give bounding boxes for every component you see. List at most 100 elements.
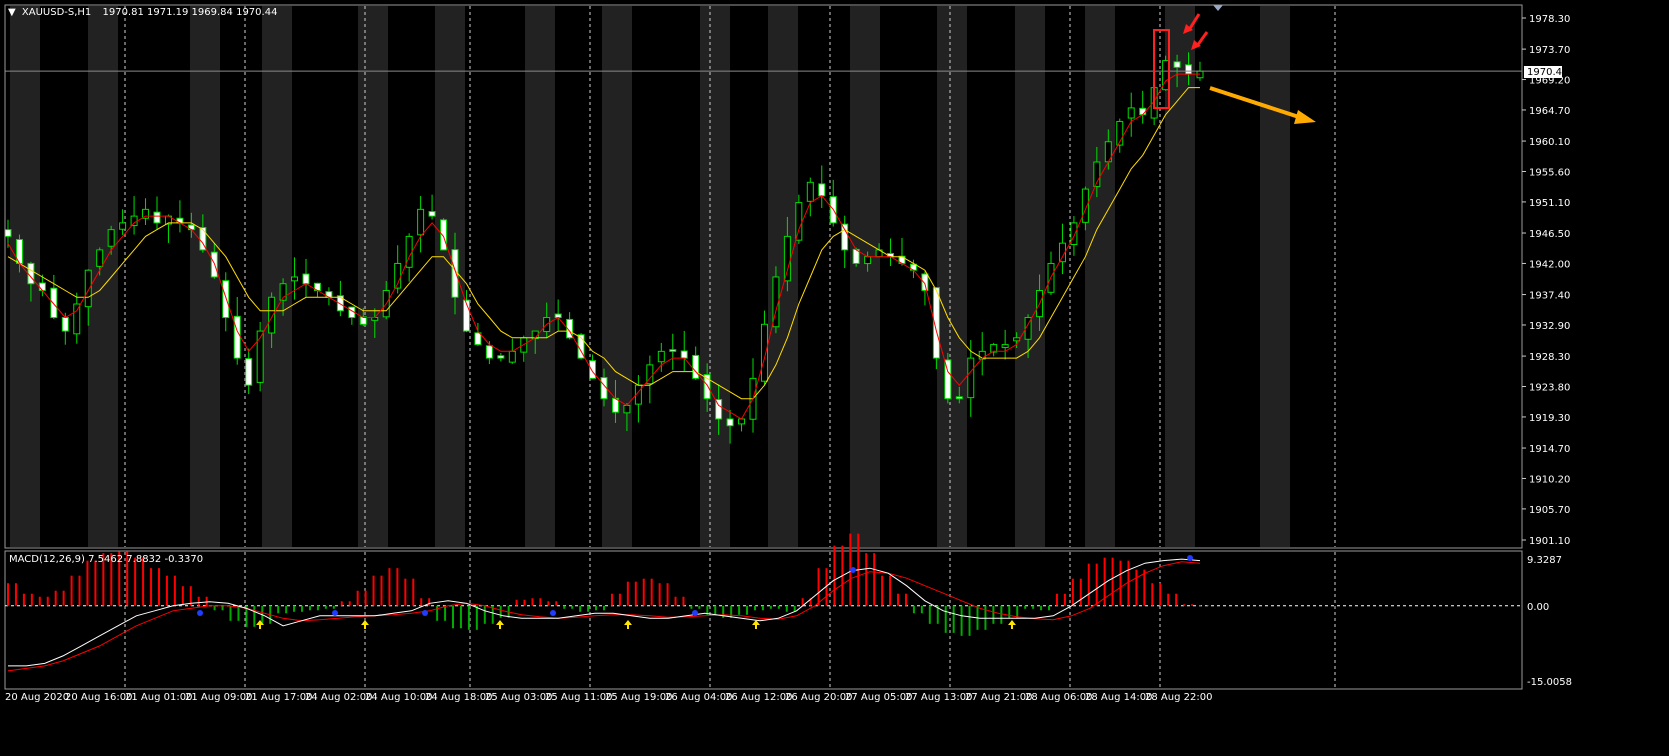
shade-band [602, 6, 632, 547]
price-tick-label: 1910.20 [1529, 474, 1570, 485]
candle-body [657, 350, 665, 363]
macd-tick-label: 9.3287 [1527, 555, 1562, 566]
time-tick-label: 25 Aug 03:00 [485, 692, 552, 703]
ohlc-readout: 1970.81 1971.19 1969.84 1970.44 [102, 7, 277, 18]
candle-body [187, 224, 195, 231]
macd-bear-cross-marker [692, 610, 698, 616]
candle-body [107, 229, 115, 247]
candle-body [1173, 61, 1181, 68]
candle-body [428, 211, 436, 217]
candle-body [440, 219, 448, 251]
candle-body [302, 273, 310, 285]
shade-band [1085, 6, 1115, 547]
time-tick-label: 21 Aug 17:00 [245, 692, 312, 703]
candle-body [669, 349, 677, 352]
candle-body [738, 418, 746, 425]
shade-band [1015, 6, 1045, 547]
candle-body [38, 282, 46, 291]
candle-body [1127, 107, 1135, 119]
price-tick-label: 1914.70 [1529, 444, 1570, 455]
price-tick-label: 1973.70 [1529, 45, 1570, 56]
macd-title: MACD(12,26,9) 7.5462 7.8832 -0.3370 [9, 554, 203, 565]
candle-body [474, 332, 482, 346]
candle-body [692, 354, 700, 379]
time-tick-label: 26 Aug 20:00 [785, 692, 852, 703]
price-tick-label: 1951.10 [1529, 198, 1570, 209]
candle-body [451, 249, 459, 298]
candle-body [153, 211, 161, 224]
shade-band [10, 6, 40, 547]
collapse-triangle-icon[interactable]: ▼ [8, 7, 16, 18]
time-tick-label: 25 Aug 19:00 [605, 692, 672, 703]
price-tick-label: 1946.50 [1529, 229, 1570, 240]
candle-body [27, 262, 35, 285]
price-tick-label: 1923.80 [1529, 383, 1570, 394]
shade-band [937, 6, 967, 547]
candle-body [268, 296, 276, 334]
time-tick-label: 27 Aug 13:00 [905, 692, 972, 703]
candle-body [61, 317, 69, 332]
price-tick-label: 1960.10 [1529, 137, 1570, 148]
price-tick-label: 1905.70 [1529, 505, 1570, 516]
price-tick-label: 1942.00 [1529, 259, 1570, 270]
candle-body [760, 323, 768, 382]
price-tick-label: 1978.30 [1529, 14, 1570, 25]
time-tick-label: 27 Aug 21:00 [965, 692, 1032, 703]
candle-body [1185, 64, 1193, 75]
time-tick-label: 20 Aug 16:00 [65, 692, 132, 703]
time-tick-label: 24 Aug 02:00 [305, 692, 372, 703]
candle-body [967, 357, 975, 399]
time-tick-label: 27 Aug 05:00 [845, 692, 912, 703]
candle-body [417, 208, 425, 236]
candle-body [291, 276, 299, 282]
candle-body [795, 202, 803, 241]
macd-bear-cross-marker [332, 610, 338, 616]
current-price-tag-text: 1970.44 [1527, 67, 1568, 78]
chart-canvas: 1978.301973.701969.201964.701960.101955.… [0, 0, 1669, 756]
price-tick-label: 1928.30 [1529, 352, 1570, 363]
candle-body [4, 229, 12, 237]
candle-body [485, 345, 493, 359]
candle-body [130, 215, 138, 227]
time-tick-label: 28 Aug 06:00 [1025, 692, 1092, 703]
candle-body [680, 350, 688, 359]
candle-body [508, 350, 516, 363]
macd-bear-cross-marker [197, 610, 203, 616]
price-panel-title: ▼ XAUUSD-S,H1 1970.81 1971.19 1969.84 19… [8, 7, 277, 18]
time-axis: 20 Aug 202020 Aug 16:0021 Aug 01:0021 Au… [5, 692, 1212, 703]
candle-body [73, 303, 81, 335]
time-tick-label: 28 Aug 14:00 [1085, 692, 1152, 703]
candle-body [955, 396, 963, 400]
candle-body [245, 358, 253, 386]
price-tick-label: 1955.60 [1529, 167, 1570, 178]
candle-body [1070, 222, 1078, 246]
candle-body [783, 235, 791, 282]
macd-bear-cross-marker [550, 610, 556, 616]
time-tick-label: 21 Aug 01:00 [125, 692, 192, 703]
time-tick-label: 26 Aug 12:00 [725, 692, 792, 703]
candle-body [818, 183, 826, 197]
macd-bear-cross-marker [1187, 555, 1193, 561]
candle-body [233, 315, 241, 359]
price-tick-label: 1919.30 [1529, 413, 1570, 424]
price-tick-label: 1901.10 [1529, 536, 1570, 547]
time-tick-label: 21 Aug 09:00 [185, 692, 252, 703]
candle-body [96, 249, 104, 267]
macd-tick-label: 0.00 [1527, 602, 1549, 613]
candle-body [841, 223, 849, 251]
shade-band [850, 6, 880, 547]
time-tick-label: 26 Aug 04:00 [665, 692, 732, 703]
candle-body [497, 355, 505, 359]
time-tick-label: 25 Aug 11:00 [545, 692, 612, 703]
candle-body [222, 280, 230, 319]
candle-body [864, 256, 872, 265]
shade-band [88, 6, 118, 547]
candle-body [1001, 344, 1009, 349]
price-tick-label: 1937.40 [1529, 291, 1570, 302]
time-tick-label: 24 Aug 18:00 [425, 692, 492, 703]
price-tick-label: 1932.90 [1529, 321, 1570, 332]
candle-body [119, 222, 127, 230]
time-tick-label: 24 Aug 10:00 [365, 692, 432, 703]
candle-body [84, 269, 92, 308]
time-tick-label: 20 Aug 2020 [5, 692, 69, 703]
